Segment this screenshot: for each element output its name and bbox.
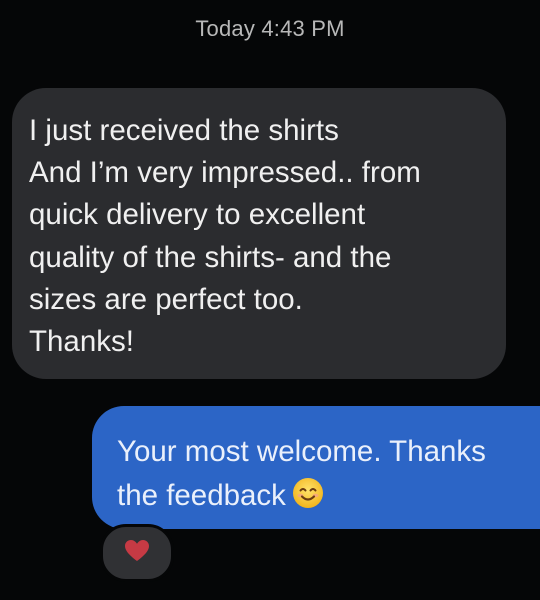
message-thread: Today 4:43 PM I just received the shirts…	[0, 0, 540, 600]
message-text-line: sizes are perfect too.	[29, 282, 303, 316]
message-text-line: Your most welcome. Thanks	[117, 435, 486, 468]
heart-reaction-badge[interactable]	[100, 524, 174, 582]
message-text: the feedback	[117, 479, 286, 512]
outgoing-message-bubble[interactable]: Your most welcome. Thanks the feedback	[92, 406, 540, 529]
smiling-face-icon	[292, 477, 324, 522]
message-text-line: And I’m very impressed.. from	[29, 156, 421, 190]
incoming-message-bubble[interactable]: I just received the shirts And I’m very …	[12, 88, 506, 379]
heart-icon	[124, 539, 150, 567]
message-text-line-with-emoji: the feedback	[117, 474, 540, 522]
message-text-line: I just received the shirts	[29, 114, 339, 147]
message-text-line: quick delivery to excellent	[29, 198, 366, 232]
message-text-line: quality of the shirts- and the	[29, 240, 392, 274]
message-text-line: Thanks!	[29, 325, 134, 359]
message-timestamp: Today 4:43 PM	[195, 16, 345, 41]
